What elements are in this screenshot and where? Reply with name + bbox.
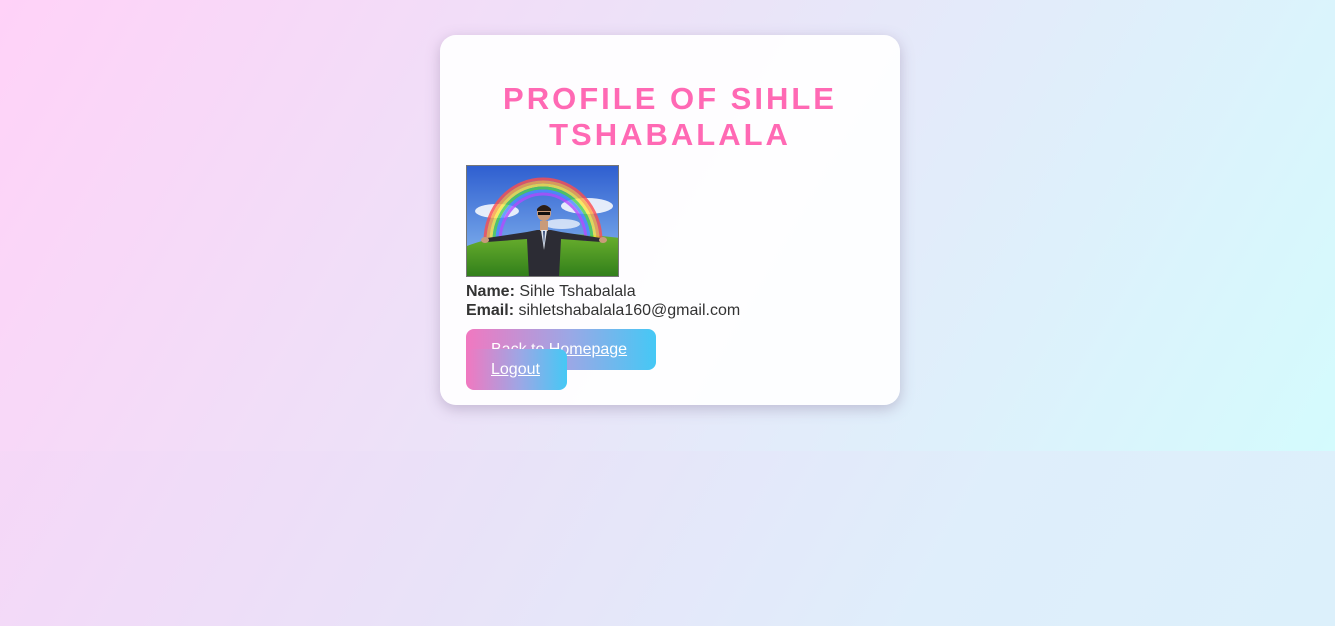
email-row: Email: sihletshabalala160@gmail.com <box>466 301 740 320</box>
name-value: Sihle Tshabalala <box>519 283 636 300</box>
name-label: Name: <box>466 283 515 300</box>
name-row: Name: Sihle Tshabalala <box>466 282 740 301</box>
email-label: Email: <box>466 302 515 319</box>
email-value: sihletshabalala160@gmail.com <box>518 302 741 319</box>
page-title: PROFILE OF SIHLE TSHABALALA <box>503 81 837 152</box>
profile-info: Name: Sihle Tshabalala Email: sihletshab… <box>466 282 740 320</box>
logout-button[interactable]: Logout <box>466 349 567 390</box>
profile-photo <box>466 165 619 277</box>
profile-card: PROFILE OF SIHLE TSHABALALA Name: Sihle … <box>440 35 900 405</box>
